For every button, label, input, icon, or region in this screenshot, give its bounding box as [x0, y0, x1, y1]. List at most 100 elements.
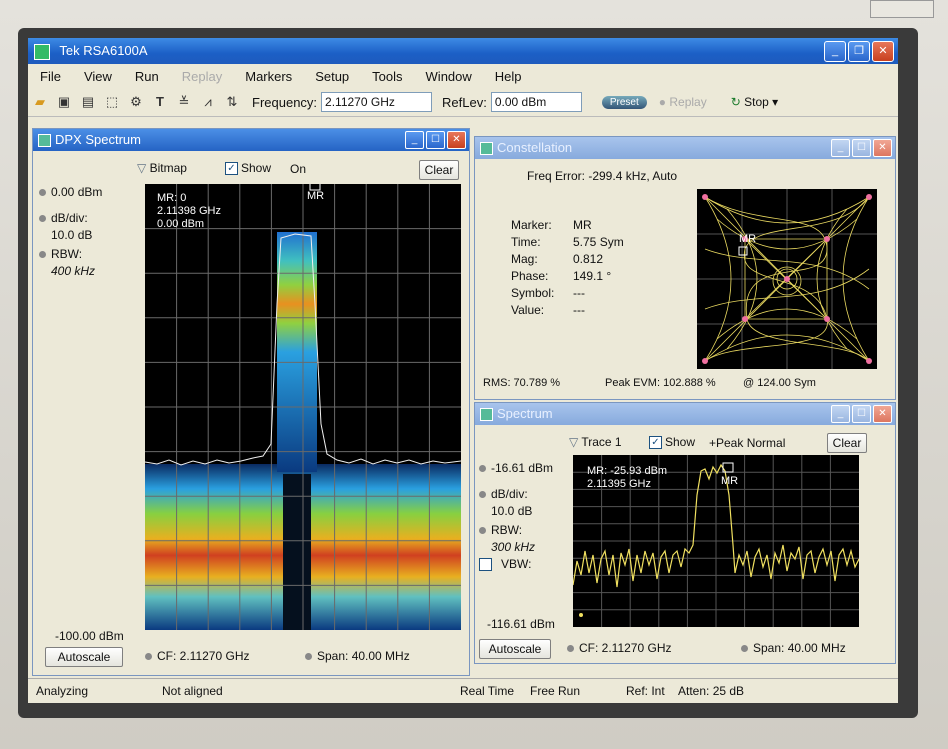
dpx-cf[interactable]: CF: 2.11270 GHz — [145, 649, 249, 663]
status-mode: Real Time — [460, 684, 515, 698]
menu-window[interactable]: Window — [426, 69, 472, 84]
reflev-input[interactable]: 0.00 dBm — [490, 92, 582, 112]
dpx-spectrum-title: DPX Spectrum — [55, 132, 141, 147]
status-alignment: Not aligned — [162, 684, 223, 698]
spectrum-titlebar: Spectrum _ ☐ ✕ — [475, 403, 895, 425]
spectrum-ref-level[interactable]: -16.61 dBm — [479, 461, 553, 475]
dpx-autoscale-button[interactable]: Autoscale — [45, 647, 123, 667]
evm-at-symbol: @ 124.00 Sym — [743, 377, 816, 389]
detector-label: +Peak Normal — [709, 436, 786, 450]
close-button[interactable]: ✕ — [872, 41, 894, 62]
constellation-maximize-button[interactable]: ☐ — [852, 139, 871, 157]
app-window: Tek RSA6100A _ ❐ ✕ File View Run Replay … — [28, 38, 898, 703]
readout-value: 149.1 ° — [573, 269, 612, 283]
chevron-down-icon: ▽ — [569, 435, 582, 449]
vbw-checkbox[interactable]: VBW: — [479, 557, 531, 572]
app-icon — [34, 43, 50, 60]
menu-file[interactable]: File — [40, 69, 61, 84]
dpx-rbw-value: 400 kHz — [51, 264, 96, 278]
dpx-ref-level[interactable]: 0.00 dBm — [39, 185, 102, 199]
vendor-logo — [870, 0, 934, 18]
spectrum-plot[interactable]: MR MR: -25.93 dBm 2.11395 GHz — [573, 455, 859, 627]
dpx-marker-readout-1: MR: 0 — [157, 192, 187, 204]
dpx-marker-tag: MR — [307, 190, 325, 202]
readout-value: --- — [573, 286, 585, 300]
dpx-on-label: On — [290, 162, 307, 176]
settings-gear-icon[interactable]: ⚙ — [128, 94, 144, 110]
spectrum-maximize-button[interactable]: ☐ — [852, 405, 871, 423]
replay-button: ● Replay — [658, 95, 707, 109]
presets-icon[interactable]: ⬚ — [104, 94, 120, 110]
menu-replay: Replay — [181, 68, 223, 84]
maximize-button[interactable]: ❐ — [848, 41, 870, 62]
menu-help[interactable]: Help — [495, 69, 522, 84]
dpx-minimize-button[interactable]: _ — [405, 131, 424, 149]
constellation-panel: Constellation _ ☐ ✕ Freq Error: -299.4 k… — [474, 136, 896, 400]
spectrum-marker-readout-1: MR: -25.93 dBm — [587, 465, 668, 477]
open-folder-icon[interactable]: ▰ — [32, 94, 48, 110]
frequency-input[interactable]: 2.11270 GHz — [321, 92, 433, 112]
readout-label: Marker: — [511, 218, 552, 232]
preset-button[interactable]: Preset — [601, 95, 647, 109]
menu-tools[interactable]: Tools — [372, 69, 402, 84]
spectrum-autoscale-button[interactable]: Autoscale — [479, 639, 551, 659]
constellation-svg — [697, 189, 877, 369]
dpx-spectrum-titlebar: DPX Spectrum _ ☐ ✕ — [33, 129, 469, 151]
dpx-close-button[interactable]: ✕ — [447, 131, 466, 149]
dpx-spectrum-panel: DPX Spectrum _ ☐ ✕ ▽ Bitmap ✓ Show On Cle… — [32, 128, 470, 676]
stop-button[interactable]: ↻ Stop ▾ — [731, 95, 778, 109]
readout-value: 0.812 — [573, 252, 604, 266]
markers-icon[interactable]: ≚ — [176, 94, 192, 110]
frequency-label: Frequency: — [252, 94, 318, 110]
minimize-button[interactable]: _ — [824, 41, 846, 62]
spectrum-span[interactable]: Span: 40.00 MHz — [741, 641, 846, 655]
print-icon[interactable]: ▤ — [80, 94, 96, 110]
constellation-title: Constellation — [497, 140, 573, 155]
constellation-marker-tag: MR — [739, 233, 757, 245]
trace-dropdown[interactable]: ▽ Trace 1 — [569, 435, 622, 449]
spectrum-rbw-label[interactable]: RBW: — [479, 523, 522, 537]
dpx-span[interactable]: Span: 40.00 MHz — [305, 649, 410, 663]
spectrum-marker-tag: MR — [721, 475, 739, 487]
dpx-dbdiv-label[interactable]: dB/div: — [39, 211, 88, 225]
menu-setup[interactable]: Setup — [315, 69, 349, 84]
trace-origin-dot — [579, 613, 583, 617]
spectrum-cf[interactable]: CF: 2.11270 GHz — [567, 641, 671, 655]
spectrum-show-checkbox[interactable]: ✓ Show — [649, 435, 695, 450]
readout-label: Symbol: — [511, 286, 555, 300]
readout-label: Value: — [511, 303, 545, 317]
dpx-rbw-label[interactable]: RBW: — [39, 247, 82, 261]
freq-error: Freq Error: -299.4 kHz, Auto — [527, 169, 678, 183]
peak-icon[interactable]: ⩘ — [200, 94, 216, 110]
save-icon[interactable]: ▣ — [56, 94, 72, 110]
dpx-maximize-button[interactable]: ☐ — [426, 131, 445, 149]
menu-view[interactable]: View — [84, 69, 112, 84]
dpx-bitmap-plot[interactable]: MR MR: 0 2.11398 GHz 0.00 dBm — [145, 184, 461, 630]
menu-run[interactable]: Run — [135, 69, 159, 84]
constellation-titlebar: Constellation _ ☐ ✕ — [475, 137, 895, 159]
dpx-marker-readout-2: 2.11398 GHz — [157, 205, 222, 217]
spectrum-dbdiv-value: 10.0 dB — [491, 504, 533, 518]
spectrum-bottom-level: -116.61 dBm — [487, 617, 555, 631]
chevron-down-icon: ▽ — [137, 161, 150, 175]
dpx-clear-button[interactable]: Clear — [419, 160, 459, 180]
constellation-minimize-button[interactable]: _ — [831, 139, 850, 157]
rms-readout: RMS: 70.789 % — [483, 377, 561, 389]
delta-marker-icon[interactable]: ⇅ — [224, 94, 240, 110]
spectrum-clear-button[interactable]: Clear — [827, 433, 867, 453]
menu-markers[interactable]: Markers — [245, 69, 292, 84]
spectrum-minimize-button[interactable]: _ — [831, 405, 850, 423]
spectrum-dbdiv-label[interactable]: dB/div: — [479, 487, 528, 501]
dpx-marker-readout-3: 0.00 dBm — [157, 218, 205, 230]
dpx-show-checkbox[interactable]: ✓ Show — [225, 161, 271, 176]
spectrum-rbw-value: 300 kHz — [491, 540, 536, 554]
panel-icon — [480, 142, 493, 156]
constellation-close-button[interactable]: ✕ — [873, 139, 892, 157]
trace-icon[interactable]: T — [152, 94, 168, 110]
constellation-plot[interactable]: MR — [697, 189, 877, 369]
readout-value: MR — [573, 218, 592, 232]
run-stop-icon: ↻ — [730, 95, 741, 109]
status-run: Free Run — [530, 684, 581, 698]
spectrum-close-button[interactable]: ✕ — [873, 405, 892, 423]
dpx-mode-dropdown[interactable]: ▽ Bitmap — [137, 161, 187, 175]
